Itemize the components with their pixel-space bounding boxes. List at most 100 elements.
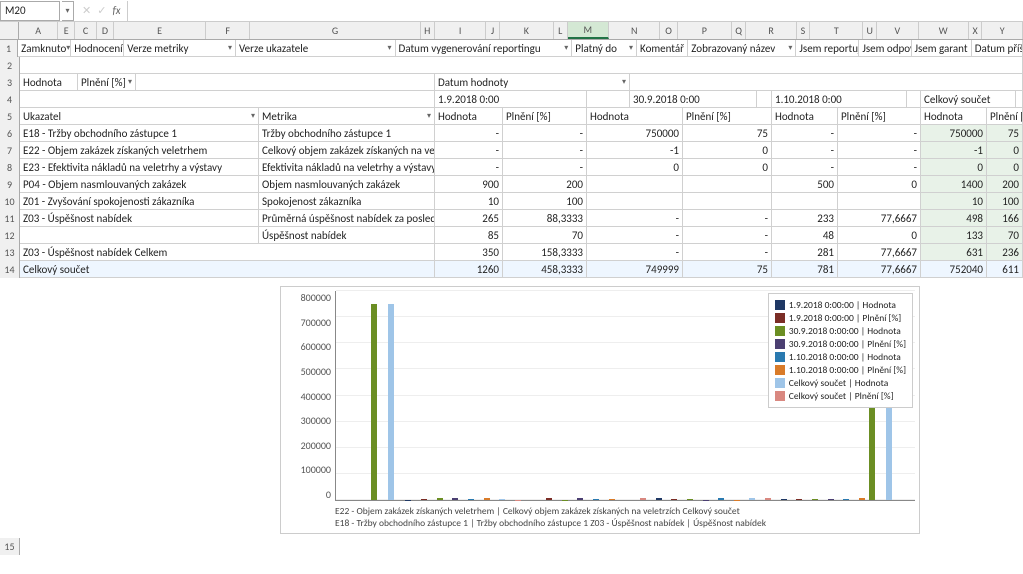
col-header-H[interactable]: H [421,22,436,39]
empty-row[interactable] [20,57,1023,74]
hdr-hodnota-1[interactable]: Hodnota [435,108,503,125]
col-header-P[interactable]: P [678,22,732,39]
val[interactable]: 0 [987,142,1023,159]
hdr-plneni-4[interactable]: Plnění [%] [987,108,1023,125]
row-header-2[interactable]: 2 [0,57,20,74]
col-header-V[interactable]: V [877,22,919,39]
val[interactable]: 750000 [587,125,683,142]
fx-icon[interactable]: fx [112,4,120,17]
filter-zobrazovany[interactable]: Zobrazovaný název [688,40,796,57]
val[interactable] [587,176,683,193]
val[interactable]: - [435,159,503,176]
subtotal-label[interactable]: Z03 - Úspěšnost nabídek Celkem [20,244,435,261]
data-ukazatel[interactable]: P04 - Objem nasmlouvaných zakázek [20,176,259,193]
hdr-metrika[interactable]: Metrika [259,108,435,125]
val[interactable]: - [503,159,587,176]
filter-odpovedny[interactable]: Jsem odpovědný [859,40,911,57]
col-header-J[interactable]: J [486,22,500,39]
col-header-D[interactable]: D [97,22,114,39]
val[interactable]: 265 [435,210,503,227]
col-header-L[interactable]: L [554,22,568,39]
row-header-3[interactable]: 3 [0,74,20,91]
hdr-plneni-3[interactable]: Plnění [%] [838,108,921,125]
filter-verze-metriky[interactable]: Verze metriky [124,40,236,57]
data-metrika[interactable]: Průměrná úspěšnost nabídek za poslední 3… [259,210,435,227]
hdr-hodnota-3[interactable]: Hodnota [772,108,838,125]
col-header-E[interactable]: E [58,22,75,39]
cell[interactable] [630,74,1023,91]
val[interactable]: - [435,125,503,142]
col-header-A[interactable]: A [19,22,58,39]
filter-datum-pristi[interactable]: Datum příští [972,40,1023,57]
col-header-O[interactable]: O [660,22,677,39]
val[interactable]: 85 [435,227,503,244]
col-header-W[interactable]: W [919,22,969,39]
label-datum-hodnoty[interactable]: Datum hodnoty [435,74,630,91]
val[interactable]: - [435,142,503,159]
val[interactable]: 70 [503,227,587,244]
date-total[interactable]: Celkový součet [921,91,1016,108]
cell[interactable] [136,74,435,91]
col-header-U[interactable]: U [863,22,877,39]
val[interactable]: 133 [921,227,987,244]
val[interactable]: - [587,210,683,227]
cancel-icon[interactable]: ✕ [82,4,91,17]
label-plneni[interactable]: Plnění [%] [78,74,136,91]
val[interactable]: 200 [503,176,587,193]
val[interactable]: 236 [987,244,1023,261]
val[interactable]: 100 [503,193,587,210]
formula-input[interactable] [127,1,1023,21]
val[interactable]: 0 [587,159,683,176]
cell[interactable] [1016,91,1023,108]
val[interactable]: 611 [987,261,1023,278]
col-header-R[interactable]: R [746,22,796,39]
row-header-6[interactable]: 6 [0,125,20,142]
data-metrika[interactable]: Celkový objem zakázek získaných na velet… [259,142,435,159]
row-header-5[interactable]: 5 [0,108,20,125]
val[interactable]: - [838,159,921,176]
val[interactable] [683,193,772,210]
cell[interactable] [757,91,772,108]
col-header-Q[interactable]: Q [732,22,747,39]
val[interactable] [683,176,772,193]
row-header-12[interactable]: 12 [0,227,20,244]
col-header-T[interactable]: T [810,22,863,39]
data-ukazatel[interactable]: Z01 - Zvyšování spokojenosti zákazníka [20,193,259,210]
col-header-E[interactable]: E [114,22,206,39]
hdr-hodnota-4[interactable]: Hodnota [921,108,987,125]
col-header-S[interactable]: S [797,22,811,39]
hdr-plneni-1[interactable]: Plnění [%] [503,108,587,125]
col-header-F[interactable]: F [206,22,250,39]
val[interactable]: 0 [838,227,921,244]
val[interactable]: 350 [435,244,503,261]
hdr-plneni-2[interactable]: Plnění [%] [683,108,772,125]
val[interactable]: - [587,244,683,261]
filter-reportujici[interactable]: Jsem reportující [796,40,859,57]
val[interactable]: 75 [683,125,772,142]
col-header-Y[interactable]: Y [982,22,1023,39]
val[interactable]: 48 [772,227,838,244]
cell[interactable] [907,91,921,108]
val[interactable]: 77,6667 [838,261,921,278]
chart[interactable]: 8000007000006000005000004000003000002000… [280,286,920,534]
spreadsheet-grid[interactable]: AECDEFGHIJKLMNOPQRSTUVWXY 1ZamknutoHodno… [0,22,1023,555]
val[interactable]: 458,3333 [503,261,587,278]
val[interactable]: 0 [838,176,921,193]
data-ukazatel[interactable] [20,227,259,244]
val[interactable]: 281 [772,244,838,261]
val[interactable]: - [683,227,772,244]
val[interactable]: 0 [987,159,1023,176]
data-metrika[interactable]: Spokojenost zákazníka [259,193,435,210]
filter-komentar[interactable]: Komentář [637,40,688,57]
val[interactable]: 100 [987,193,1023,210]
label-hodnota[interactable]: Hodnota [20,74,78,91]
date-2[interactable]: 30.9.2018 0:00 [630,91,757,108]
date-3[interactable]: 1.10.2018 0:00 [772,91,907,108]
val[interactable]: 631 [921,244,987,261]
val[interactable]: 781 [772,261,838,278]
val[interactable]: 88,3333 [503,210,587,227]
val[interactable]: 498 [921,210,987,227]
col-header-N[interactable]: N [609,22,660,39]
row-header-10[interactable]: 10 [0,193,20,210]
filter-hodnoceni[interactable]: Hodnocení [71,40,124,57]
